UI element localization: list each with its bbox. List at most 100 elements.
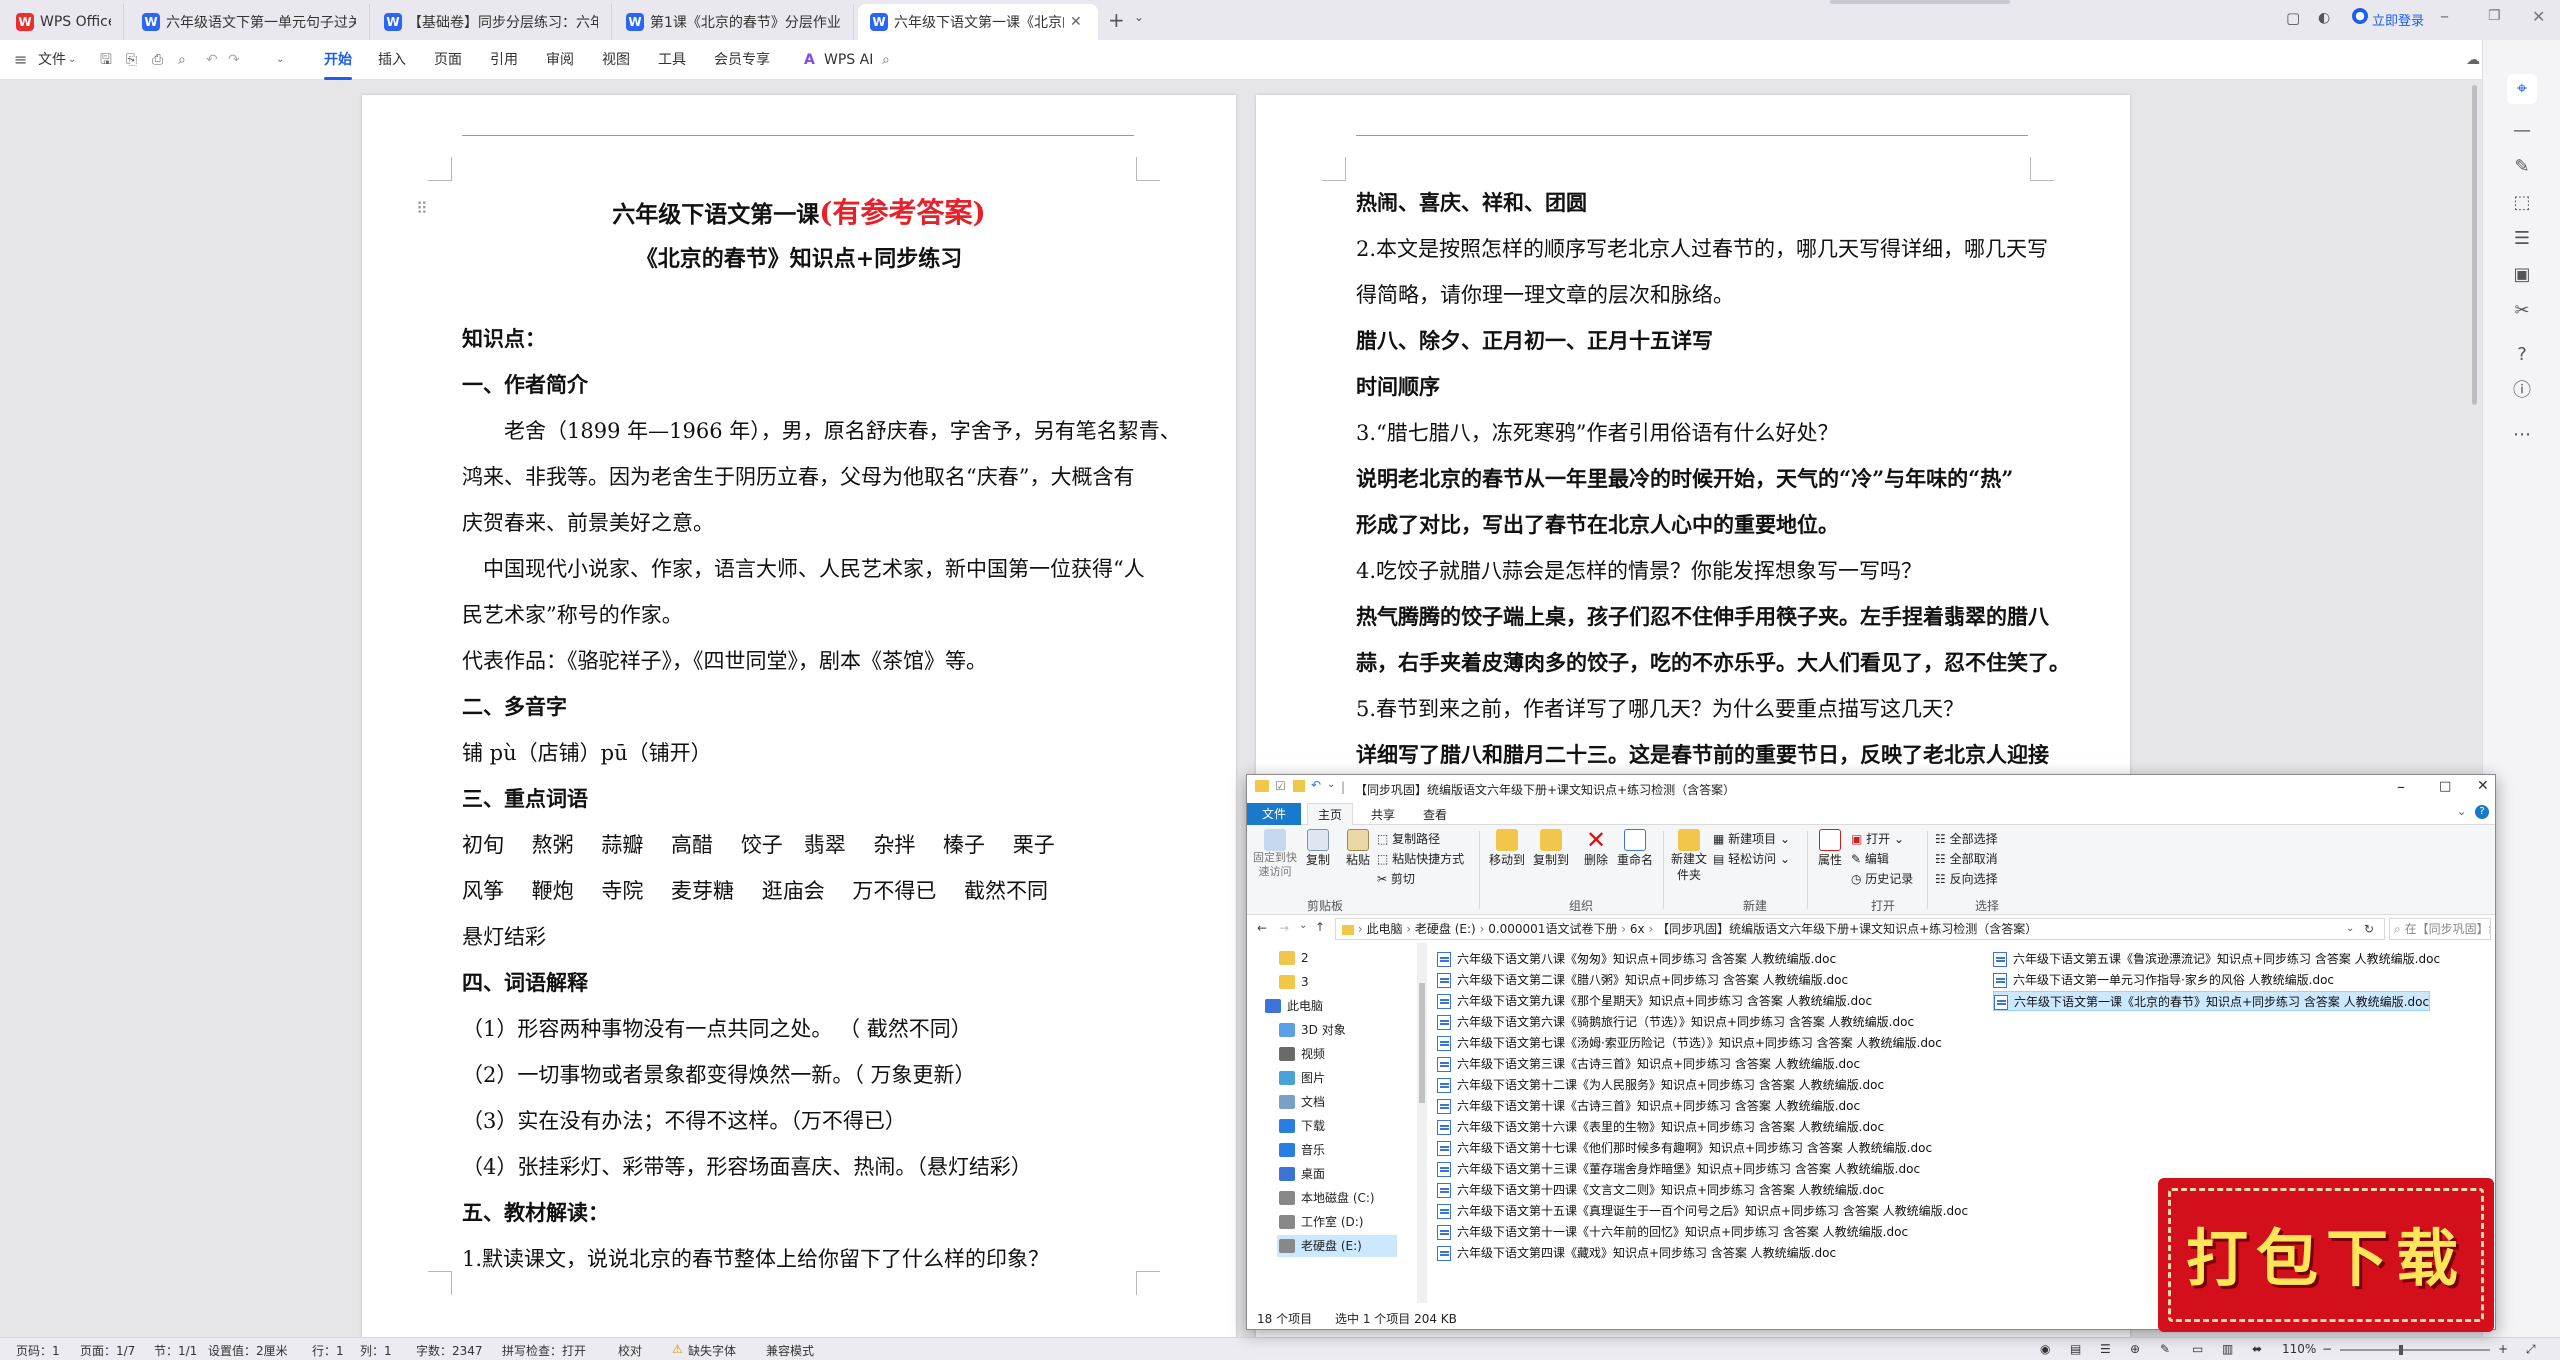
read-view-icon[interactable]: ▭ [2192,1342,2203,1356]
nav-item[interactable]: 音乐 [1277,1139,1325,1161]
nav-item[interactable]: 老硬盘 (E:) [1277,1235,1397,1257]
status-section[interactable]: 节：1/1 [154,1342,197,1359]
edit-button[interactable]: ✎ 编辑 [1851,852,1889,866]
zoom-level[interactable]: 110% [2282,1342,2316,1356]
breadcrumb-item[interactable]: 【同步巩固】统编版语文六年级下册+课文知识点+练习检测（含答案） [1657,922,2037,936]
ribbon-tab-share[interactable]: 共享 [1371,806,1395,823]
open-button[interactable]: ▣ 打开 ⌄ [1851,832,1904,846]
wps-ai-button[interactable]: WPS AI [824,48,873,72]
cut-button[interactable]: ✂ 剪切 [1377,872,1415,886]
document-page-1[interactable]: ⠿ 六年级下语文第一课(有参考答案) 《北京的春节》知识点+同步练习 知识点：一… [362,95,1236,1337]
drag-handle[interactable] [1830,0,2010,4]
new-folder-quick-icon[interactable] [1293,780,1305,792]
file-item[interactable]: 六年级下语文第三课《古诗三首》知识点+同步练习 含答案 人教统编版.doc [1437,1054,1860,1074]
status-row[interactable]: 行：1 [312,1342,344,1359]
search-box[interactable]: ⌕ 在【同步巩固】统编版语文六年级... [2389,918,2491,940]
cloud-icon[interactable]: ☁ [2466,48,2480,72]
more-icon[interactable]: ⋯ [2507,420,2537,450]
tab-doc-1[interactable]: W六年级语文下第一单元句子过关专题练 [130,4,370,40]
highlight-icon[interactable]: ▣ [2507,260,2537,290]
fullscreen-icon[interactable]: ⤢ [2526,1342,2536,1357]
settings-icon[interactable]: ☰ [2507,224,2537,254]
address-bar[interactable]: › 此电脑 › 老硬盘 (E:) › 0.000001语文试卷下册 › 6x ›… [1335,918,2385,940]
nav-item[interactable]: 2 [1277,947,1309,969]
nav-item[interactable]: 工作室 (D:) [1277,1211,1363,1233]
status-missing-font[interactable]: 缺失字体 [688,1342,736,1359]
paste-shortcut-button[interactable]: ⬚ 粘贴快捷方式 [1377,852,1464,866]
menu-tab-page[interactable]: 页面 [434,48,462,72]
new-item-button[interactable]: ▦ 新建项目 ⌄ [1713,832,1790,846]
select-none-button[interactable]: ☷ 全部取消 [1935,852,1998,866]
pin-quick-access-button[interactable]: 固定到快速访问 [1253,829,1297,879]
properties-quick-icon[interactable]: ☑ [1275,779,1286,793]
status-setting[interactable]: 设置值：2厘米 [208,1342,288,1359]
tab-wps-home[interactable]: W WPS Office [4,4,124,40]
breadcrumb-item[interactable]: 此电脑 [1366,922,1402,936]
export-icon[interactable]: ⎘ [126,48,137,72]
copy-button[interactable]: 复制 [1303,829,1333,868]
status-spell-check[interactable]: 拼写检查：打开 [502,1342,586,1359]
select-all-button[interactable]: ☷ 全部选择 [1935,832,1998,846]
menu-tab-member[interactable]: 会员专享 [714,48,770,72]
status-proof[interactable]: 校对 [618,1342,642,1359]
file-item[interactable]: 六年级下语文第六课《骑鹅旅行记（节选）》知识点+同步练习 含答案 人教统编版.d… [1437,1012,1914,1032]
up-icon[interactable]: ↑ [1315,920,1325,934]
delete-button[interactable]: ✕ 删除 [1581,828,1611,868]
status-page[interactable]: 页码：1 [16,1342,60,1359]
select-icon[interactable]: ⬚ [2507,188,2537,218]
web-view-icon[interactable]: ⊕ [2130,1342,2140,1356]
maximize-icon[interactable]: □ [2439,779,2451,794]
page-view-icon[interactable]: ▤ [2070,1342,2081,1356]
file-item[interactable]: 六年级下语文第十七课《他们那时候多有趣啊》知识点+同步练习 含答案 人教统编版.… [1437,1138,1932,1158]
file-item[interactable]: 六年级下语文第十一课《十六年前的回忆》知识点+同步练习 含答案 人教统编版.do… [1437,1222,1908,1242]
chevron-down-icon[interactable]: ⌄ [1134,10,1144,24]
skin-icon[interactable]: ◐ [2318,10,2330,26]
pen-icon[interactable]: ✎ [2507,152,2537,182]
help-icon[interactable]: ? [2475,805,2489,819]
info-icon[interactable]: ⓘ [2507,376,2537,406]
new-folder-button[interactable]: 新建文件夹 [1669,829,1709,883]
split-view-icon[interactable]: ▥ [2222,1342,2233,1356]
download-banner[interactable]: 打包下载 [2158,1178,2494,1332]
file-item[interactable]: 六年级下语文第十五课《真理诞生于一百个问号之后》知识点+同步练习 含答案 人教统… [1437,1201,1968,1221]
zoom-in-icon[interactable]: + [2498,1342,2508,1356]
breadcrumb-item[interactable]: 老硬盘 (E:) [1415,922,1476,936]
ribbon-tab-file[interactable]: 文件 [1247,803,1301,825]
nav-item[interactable]: 3D 对象 [1277,1019,1346,1041]
breadcrumb-item[interactable]: 0.000001语文试卷下册 [1488,922,1617,936]
file-menu[interactable]: 文件 [38,48,66,72]
file-item[interactable]: 六年级下语文第九课《那个星期天》知识点+同步练习 含答案 人教统编版.doc [1437,991,1872,1011]
nav-scrollbar[interactable] [1417,943,1427,1303]
paste-button[interactable]: 粘贴 [1343,829,1373,868]
nav-item[interactable]: 桌面 [1277,1163,1325,1185]
preview-icon[interactable]: ⌕ [178,48,186,72]
tools-icon[interactable]: ✂ [2507,296,2537,326]
close-window-icon[interactable]: ✕ [2532,7,2545,26]
close-window-icon[interactable]: ✕ [2477,778,2489,794]
print-icon[interactable]: ⎙ [152,48,163,72]
file-item[interactable]: 六年级下语文第二课《腊八粥》知识点+同步练习 含答案 人教统编版.doc [1437,970,1848,990]
chevron-down-icon[interactable]: ⌄ [68,48,76,72]
back-icon[interactable]: ← [1257,921,1267,935]
file-item[interactable]: 六年级下语文第十四课《文言文二则》知识点+同步练习 含答案 人教统编版.doc [1437,1180,1884,1200]
nav-item[interactable]: 3 [1277,971,1309,993]
status-word-count[interactable]: 字数：2347 [416,1342,483,1359]
menu-tab-review[interactable]: 审阅 [546,48,574,72]
chevron-down-icon[interactable]: ⌄ [2457,805,2466,818]
outline-view-icon[interactable]: ☰ [2100,1342,2111,1356]
copy-to-button[interactable]: 复制到 [1531,829,1571,868]
explorer-titlebar[interactable]: ☑ ↶ ⌄ | 【同步巩固】统编版语文六年级下册+课文知识点+练习检测（含答案）… [1247,775,2495,803]
restore-icon[interactable]: ❐ [2488,8,2501,24]
wps-ai-icon[interactable]: A [804,48,815,72]
tab-doc-3[interactable]: W第1课《北京的春节》分层作业（含答 [614,4,854,40]
breadcrumb-item[interactable]: 6x [1630,922,1645,936]
status-pages[interactable]: 页面：1/7 [80,1342,135,1359]
refresh-icon[interactable]: ↻ [2364,919,2374,939]
zoom-slider[interactable] [2340,1345,2490,1355]
status-col[interactable]: 列：1 [360,1342,392,1359]
copy-path-button[interactable]: ⬚ 复制路径 [1377,832,1440,846]
nav-item[interactable]: 视频 [1277,1043,1325,1065]
chevron-down-icon[interactable]: ⌄ [276,48,284,72]
menu-tab-reference[interactable]: 引用 [490,48,518,72]
undo-icon[interactable]: ↶ [1311,778,1321,792]
